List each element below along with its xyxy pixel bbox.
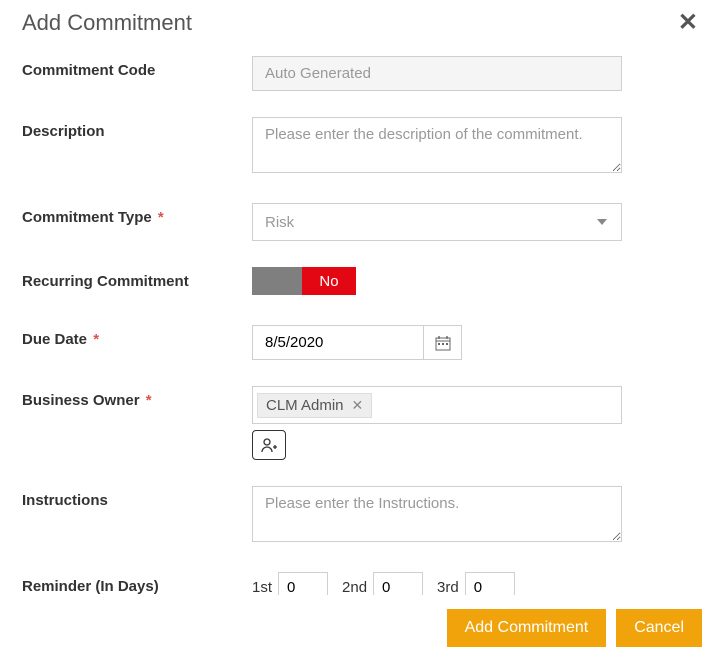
control-instructions — [252, 486, 622, 546]
due-date-input[interactable] — [253, 326, 423, 359]
modal-footer: Add Commitment Cancel — [0, 595, 720, 661]
label-due-date: Due Date * — [22, 325, 252, 348]
required-marker: * — [158, 209, 164, 226]
add-commitment-modal: Add Commitment ✕ Commitment Code Descrip… — [0, 0, 720, 661]
reminder-1: 1st — [252, 572, 328, 595]
control-commitment-type: Risk — [252, 203, 622, 241]
reminder-3: 3rd — [437, 572, 515, 595]
close-icon[interactable]: ✕ — [678, 11, 698, 35]
modal-body-wrap: Commitment Code Description Commitment T… — [0, 36, 720, 595]
commitment-code-input — [252, 56, 622, 91]
control-recurring: No — [252, 267, 622, 299]
chevron-down-icon — [597, 219, 607, 225]
commitment-type-value: Risk — [265, 214, 597, 231]
row-commitment-code: Commitment Code — [22, 56, 706, 91]
control-reminder: 1st 2nd 3rd — [252, 572, 622, 595]
label-business-owner: Business Owner * — [22, 386, 252, 409]
label-commitment-code: Commitment Code — [22, 56, 252, 79]
reminder-2: 2nd — [342, 572, 423, 595]
label-commitment-type: Commitment Type * — [22, 203, 252, 226]
toggle-value: No — [302, 267, 356, 295]
required-marker: * — [93, 331, 99, 348]
cancel-button[interactable]: Cancel — [616, 609, 702, 647]
row-recurring: Recurring Commitment No — [22, 267, 706, 299]
calendar-button[interactable] — [423, 326, 461, 359]
row-instructions: Instructions — [22, 486, 706, 546]
label-due-date-text: Due Date — [22, 331, 87, 348]
reminder-2-label: 2nd — [342, 579, 367, 595]
add-person-button[interactable] — [252, 430, 286, 460]
person-add-icon — [260, 436, 278, 454]
reminder-2-input[interactable] — [373, 572, 423, 595]
control-commitment-code — [252, 56, 622, 91]
reminder-3-label: 3rd — [437, 579, 459, 595]
row-reminder: Reminder (In Days) 1st 2nd 3rd — [22, 572, 706, 595]
business-owner-field[interactable]: CLM Admin ✕ — [252, 386, 622, 424]
label-instructions: Instructions — [22, 486, 252, 509]
description-input[interactable] — [252, 117, 622, 173]
reminder-3-input[interactable] — [465, 572, 515, 595]
modal-header: Add Commitment ✕ — [0, 0, 720, 36]
reminders-group: 1st 2nd 3rd — [252, 572, 622, 595]
control-description — [252, 117, 622, 177]
reminder-1-label: 1st — [252, 579, 272, 595]
commitment-type-select[interactable]: Risk — [252, 203, 622, 241]
modal-title: Add Commitment — [22, 10, 192, 36]
toggle-track — [252, 267, 302, 295]
row-due-date: Due Date * — [22, 325, 706, 360]
recurring-toggle[interactable]: No — [252, 267, 356, 295]
label-recurring: Recurring Commitment — [22, 267, 252, 290]
add-commitment-button[interactable]: Add Commitment — [447, 609, 607, 647]
label-description: Description — [22, 117, 252, 140]
due-date-group — [252, 325, 462, 360]
control-business-owner: CLM Admin ✕ — [252, 386, 622, 460]
instructions-input[interactable] — [252, 486, 622, 542]
row-commitment-type: Commitment Type * Risk — [22, 203, 706, 241]
label-reminder: Reminder (In Days) — [22, 572, 252, 595]
row-description: Description — [22, 117, 706, 177]
control-due-date — [252, 325, 622, 360]
reminder-1-input[interactable] — [278, 572, 328, 595]
label-commitment-type-text: Commitment Type — [22, 209, 152, 226]
owner-tag-label: CLM Admin — [266, 397, 344, 414]
calendar-icon — [435, 335, 451, 351]
label-business-owner-text: Business Owner — [22, 392, 140, 409]
modal-body[interactable]: Commitment Code Description Commitment T… — [22, 36, 716, 595]
required-marker: * — [146, 392, 152, 409]
owner-tag: CLM Admin ✕ — [257, 393, 372, 418]
row-business-owner: Business Owner * CLM Admin ✕ — [22, 386, 706, 460]
remove-tag-icon[interactable]: ✕ — [352, 397, 364, 414]
